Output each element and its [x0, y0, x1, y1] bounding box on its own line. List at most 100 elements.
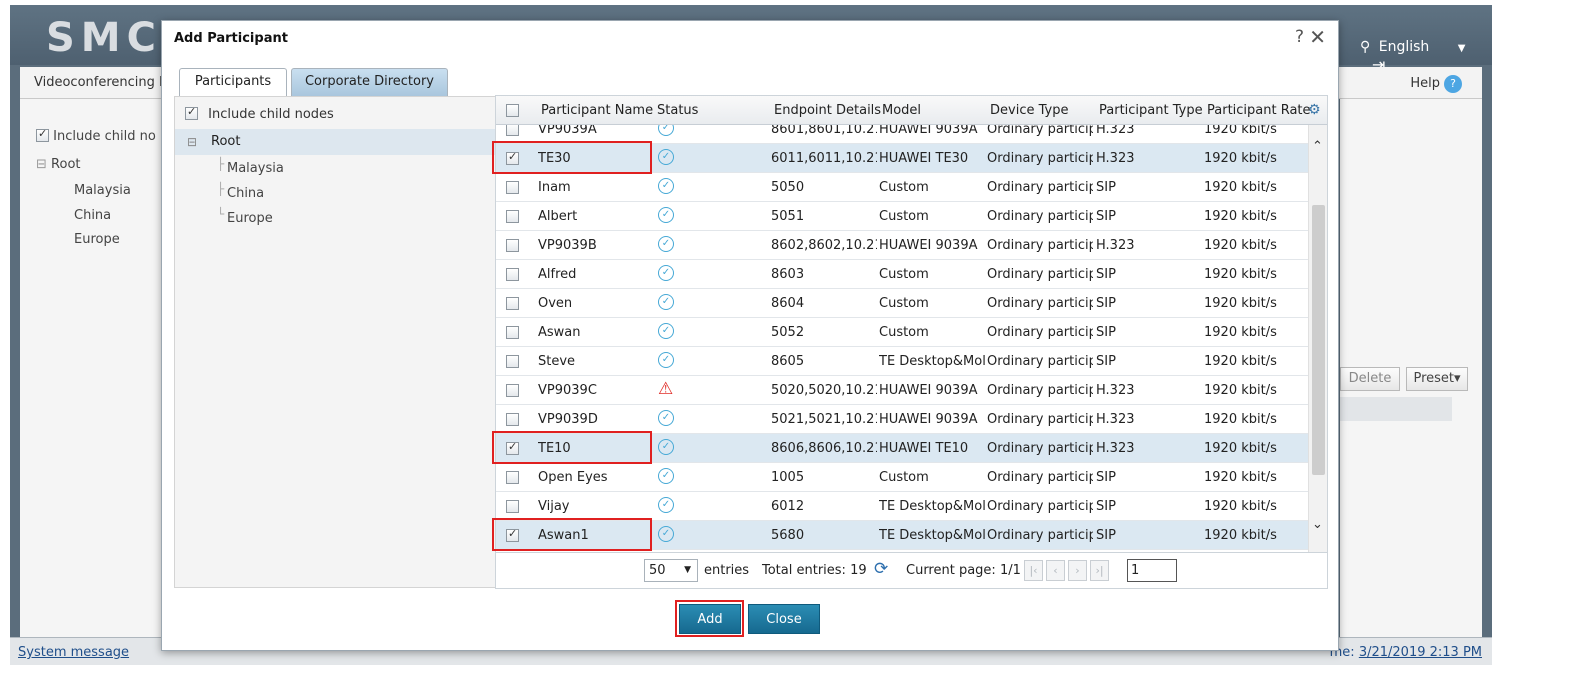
online-status-icon: ✓	[658, 235, 678, 252]
current-page: Current page: 1/1	[906, 563, 1021, 578]
online-status-icon: ✓	[658, 264, 678, 281]
row-checkbox[interactable]	[506, 500, 519, 515]
tree-node-malaysia[interactable]: Malaysia	[227, 161, 284, 176]
app-right-panel: Delete Preset▾	[1340, 99, 1482, 639]
pagination-bar: 50 ▼ entries Total entries: 19 ⟳ Current …	[495, 553, 1328, 589]
row-checkbox[interactable]	[506, 239, 519, 254]
select-all-checkbox[interactable]	[506, 104, 519, 119]
column-status[interactable]: Status	[657, 103, 698, 118]
table-row[interactable]: Alfred 8603 Custom Ordinary particip SIP 1920…	[496, 260, 1308, 289]
row-checkbox[interactable]	[506, 384, 519, 399]
tree-node-europe[interactable]: Europe	[74, 232, 120, 247]
chevron-up-icon[interactable]: ⌃	[1312, 139, 1323, 154]
vertical-scrollbar[interactable]: ⌃ ⌄	[1308, 125, 1327, 552]
participant-rate: 1920 kbit/s	[1204, 412, 1277, 427]
table-row[interactable]: Open Eyes 1005 Custom Ordinary particip SIP 1…	[496, 463, 1308, 492]
row-checkbox[interactable]	[506, 297, 519, 312]
participant-type: SIP	[1096, 528, 1116, 543]
tree-node-europe[interactable]: Europe	[227, 211, 273, 226]
row-checkbox[interactable]	[506, 181, 519, 196]
tree-node-china[interactable]: China	[227, 186, 264, 201]
participant-rate: 1920 kbit/s	[1204, 296, 1277, 311]
endpoint-details: 8602,8602,10.21	[771, 238, 877, 253]
row-checkbox[interactable]	[506, 326, 519, 341]
endpoint-details: 8601,8601,10.21	[771, 125, 877, 137]
last-page-button[interactable]: ›|	[1090, 560, 1109, 581]
entries-label: entries	[704, 563, 750, 578]
table-row[interactable]: Vijay 6012 TE Desktop&Mol Ordinary particip…	[496, 492, 1308, 521]
footer-time-value[interactable]: 3/21/2019 2:13 PM	[1359, 645, 1482, 660]
column-participant-rate[interactable]: Participant Rate	[1207, 103, 1311, 118]
row-checkbox[interactable]	[506, 471, 519, 486]
preset-button[interactable]: Preset▾	[1406, 367, 1468, 391]
column-model[interactable]: Model	[882, 103, 921, 118]
model: HUAWEI 9039A	[879, 412, 978, 427]
tree-node-root[interactable]: ⊟ Root	[36, 157, 81, 172]
search-icon[interactable]: ⚲	[1360, 39, 1370, 55]
table-row[interactable]: VP9039B 8602,8602,10.21 HUAWEI 9039A Ordina…	[496, 231, 1308, 260]
tree-node-china[interactable]: China	[74, 208, 111, 223]
tree-node-malaysia[interactable]: Malaysia	[74, 183, 131, 198]
include-child-checkbox[interactable]	[36, 127, 49, 142]
system-message-link[interactable]: System message	[18, 645, 129, 660]
model: HUAWEI 9039A	[879, 238, 978, 253]
tab-participants[interactable]: Participants	[179, 68, 287, 96]
participant-name: Inam	[538, 180, 571, 195]
scrollbar-thumb[interactable]	[1312, 205, 1325, 475]
help-icon[interactable]: ?	[1295, 27, 1304, 47]
participant-type: H.323	[1096, 125, 1135, 137]
model: Custom	[879, 180, 929, 195]
column-participant-name[interactable]: Participant Name	[541, 103, 653, 118]
participant-type: SIP	[1096, 470, 1116, 485]
delete-button[interactable]: Delete	[1340, 367, 1400, 391]
online-status-icon: ✓	[658, 125, 678, 136]
tree-node-root[interactable]: ⊟ Root	[175, 129, 495, 155]
row-checkbox[interactable]	[506, 355, 519, 370]
refresh-icon[interactable]: ⟳	[874, 559, 888, 579]
endpoint-details: 5680	[771, 528, 805, 543]
row-checkbox[interactable]	[506, 125, 519, 138]
table-row[interactable]: VP9039D 5021,5021,10.21 HUAWEI 9039A Ordina…	[496, 405, 1308, 434]
prev-page-button[interactable]: ‹	[1046, 560, 1065, 581]
close-icon[interactable]: ✕	[1309, 25, 1326, 49]
table-row[interactable]: Aswan 5052 Custom Ordinary particip SIP 1920 …	[496, 318, 1308, 347]
tree-collapse-icon[interactable]: ⊟	[187, 135, 197, 149]
online-status-icon: ✓	[658, 409, 678, 426]
tab-corporate-directory[interactable]: Corporate Directory	[291, 68, 448, 96]
help-icon: ?	[1444, 75, 1462, 93]
next-page-button[interactable]: ›	[1068, 560, 1087, 581]
table-row[interactable]: Albert 5051 Custom Ordinary particip SIP 1920…	[496, 202, 1308, 231]
column-device-type[interactable]: Device Type	[990, 103, 1068, 118]
chevron-down-icon[interactable]: ▼	[1458, 43, 1466, 54]
include-child-nodes-checkbox[interactable]	[185, 105, 198, 120]
table-row[interactable]: Oven 8604 Custom Ordinary particip SIP 1920 k…	[496, 289, 1308, 318]
language-selector[interactable]: English	[1379, 39, 1430, 55]
row-checkbox[interactable]	[506, 413, 519, 428]
column-participant-type[interactable]: Participant Type	[1099, 103, 1203, 118]
device-type: Ordinary particip	[987, 151, 1093, 166]
table-row[interactable]: VP9039C 5020,5020,10.21 HUAWEI 9039A Ordina…	[496, 376, 1308, 405]
participant-type: SIP	[1096, 209, 1116, 224]
row-checkbox[interactable]	[506, 268, 519, 283]
close-button[interactable]: Close	[748, 604, 820, 634]
page-number-input[interactable]: 1	[1127, 559, 1177, 582]
tab-videoconferencing[interactable]: Videoconferencing M	[34, 75, 170, 90]
endpoint-details: 5052	[771, 325, 805, 340]
page-size-value: 50	[649, 563, 666, 578]
page-size-select[interactable]: 50 ▼	[644, 559, 698, 582]
first-page-button[interactable]: |‹	[1024, 560, 1043, 581]
row-checkbox[interactable]	[506, 210, 519, 225]
table-row[interactable]: Steve 8605 TE Desktop&Mol Ordinary particip…	[496, 347, 1308, 376]
device-type: Ordinary particip	[987, 470, 1093, 485]
participant-name: VP9039C	[538, 383, 597, 398]
help-link[interactable]: Help?	[1410, 75, 1462, 93]
table-row[interactable]: Inam 5050 Custom Ordinary particip SIP 1920 k…	[496, 173, 1308, 202]
table-body: VP9039A 8601,8601,10.21 HUAWEI 9039A Ordina…	[496, 125, 1308, 552]
include-child-nodes: Include child nodes	[185, 105, 334, 122]
column-endpoint-details[interactable]: Endpoint Details	[774, 103, 881, 118]
gear-icon[interactable]: ⚙	[1308, 102, 1321, 118]
model: HUAWEI TE10	[879, 441, 969, 456]
participant-name: Oven	[538, 296, 573, 311]
participant-type: H.323	[1096, 412, 1135, 427]
chevron-down-icon[interactable]: ⌄	[1312, 517, 1323, 532]
